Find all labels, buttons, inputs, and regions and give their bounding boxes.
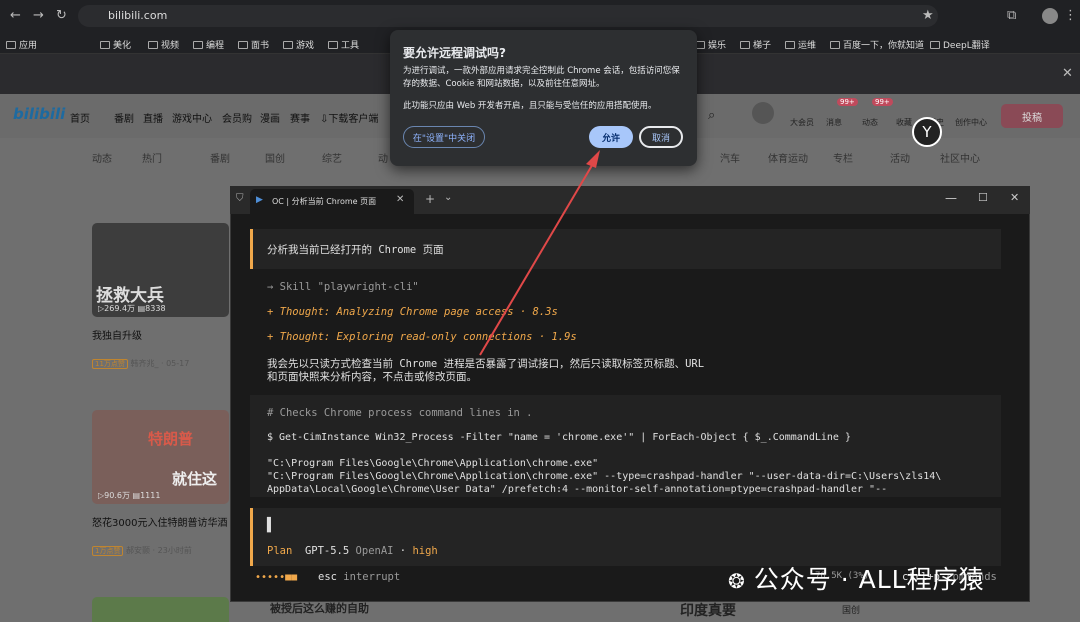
- annotation-arrow: [479, 150, 600, 356]
- watermark: ❂ 公众号 · ALL程序猿: [728, 565, 985, 594]
- wechat-icon: ❂: [728, 569, 746, 593]
